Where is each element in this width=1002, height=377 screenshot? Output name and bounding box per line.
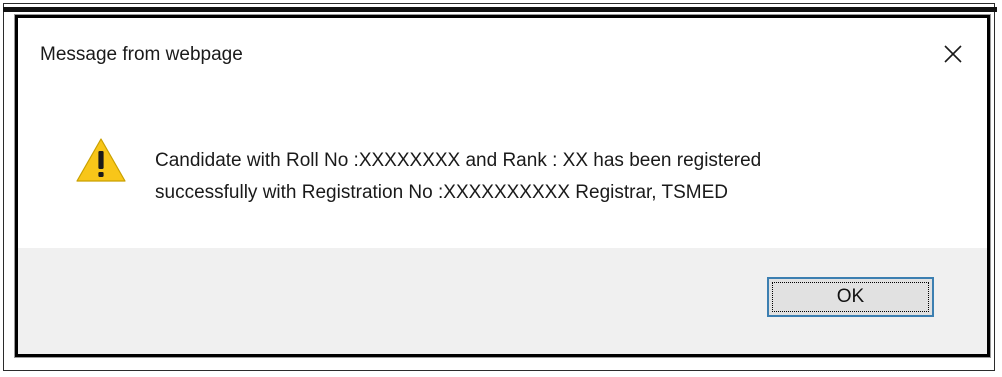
message-line-1: Candidate with Roll No :XXXXXXXX and Ran… (155, 150, 762, 171)
top-divider (3, 7, 997, 12)
dialog-titlebar: Message from webpage (18, 18, 987, 94)
dialog-message: Candidate with Roll No :XXXXXXXX and Ran… (155, 145, 945, 209)
dialog-content: Candidate with Roll No :XXXXXXXX and Ran… (18, 94, 987, 249)
ok-button-label: OK (836, 286, 865, 307)
dialog-title: Message from webpage (40, 44, 243, 65)
message-line-2: successfully with Registration No :XXXXX… (155, 182, 729, 203)
ok-button[interactable]: OK (767, 277, 934, 317)
dialog-footer: OK (18, 248, 987, 354)
close-button[interactable] (931, 32, 975, 76)
close-icon (944, 45, 962, 63)
warning-icon (76, 138, 126, 182)
message-dialog: Message from webpage Candidate with Roll… (15, 15, 990, 357)
